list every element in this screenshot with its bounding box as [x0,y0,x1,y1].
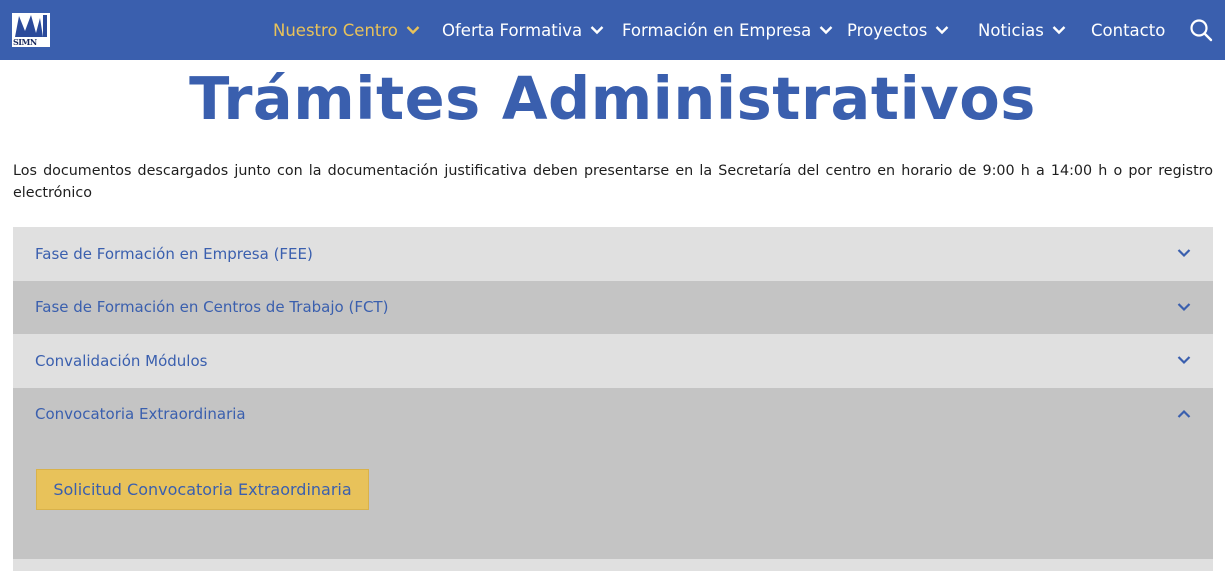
nav-item-contacto[interactable]: Contacto [1091,0,1165,60]
intro-paragraph: Los documentos descargados junto con la … [13,163,1213,201]
accordion-panel-convocatoria: Solicitud Convocatoria Extraordinaria [13,441,1213,559]
nav-item-formacion-en-empresa[interactable]: Formación en Empresa [622,0,833,60]
accordion: Fase de Formación en Empresa (FEE) Fase … [13,227,1213,571]
nav-label: Proyectos [847,20,928,40]
nav-label: Contacto [1091,20,1166,40]
chevron-down-icon [406,26,420,35]
chevron-down-icon [1177,302,1191,311]
accordion-title: Fase de Formación en Centros de Trabajo … [35,298,389,317]
chevron-down-icon [1177,249,1191,258]
page-title: Trámites Administrativos [189,64,1036,133]
search-icon[interactable] [1189,18,1213,42]
nav-item-nuestro-centro[interactable]: Nuestro Centro [273,0,420,60]
nav-label: Nuestro Centro [273,20,398,40]
chevron-down-icon [819,26,833,35]
accordion-title: Convalidación Módulos [35,351,208,370]
logo-text: SIMN [13,37,37,47]
nav-label: Oferta Formativa [442,20,583,40]
accordion-header-fee[interactable]: Fase de Formación en Empresa (FEE) [13,227,1213,281]
chevron-down-icon [1177,356,1191,365]
chevron-down-icon [935,26,949,35]
nav-label: Noticias [978,20,1044,40]
site-logo[interactable]: SIMN [12,13,50,47]
nav-item-oferta-formativa[interactable]: Oferta Formativa [442,0,604,60]
accordion-title: Fase de Formación en Empresa (FEE) [35,244,313,263]
accordion-header-convalidacion[interactable]: Convalidación Módulos [13,334,1213,388]
solicitud-convocatoria-button[interactable]: Solicitud Convocatoria Extraordinaria [36,469,369,510]
accordion-title: Convocatoria Extraordinaria [35,405,246,424]
accordion-header-convocatoria[interactable]: Convocatoria Extraordinaria [13,387,1213,441]
nav-label: Formación en Empresa [622,20,812,40]
nav-item-proyectos[interactable]: Proyectos [847,0,949,60]
top-navbar: SIMN Nuestro Centro Oferta Formativa For… [0,0,1225,60]
accordion-header-fct[interactable]: Fase de Formación en Centros de Trabajo … [13,280,1213,334]
chevron-up-icon [1177,409,1191,418]
chevron-down-icon [1052,26,1066,35]
nav-item-noticias[interactable]: Noticias [978,0,1066,60]
chevron-down-icon [590,26,604,35]
accordion-next-header [13,559,1213,571]
